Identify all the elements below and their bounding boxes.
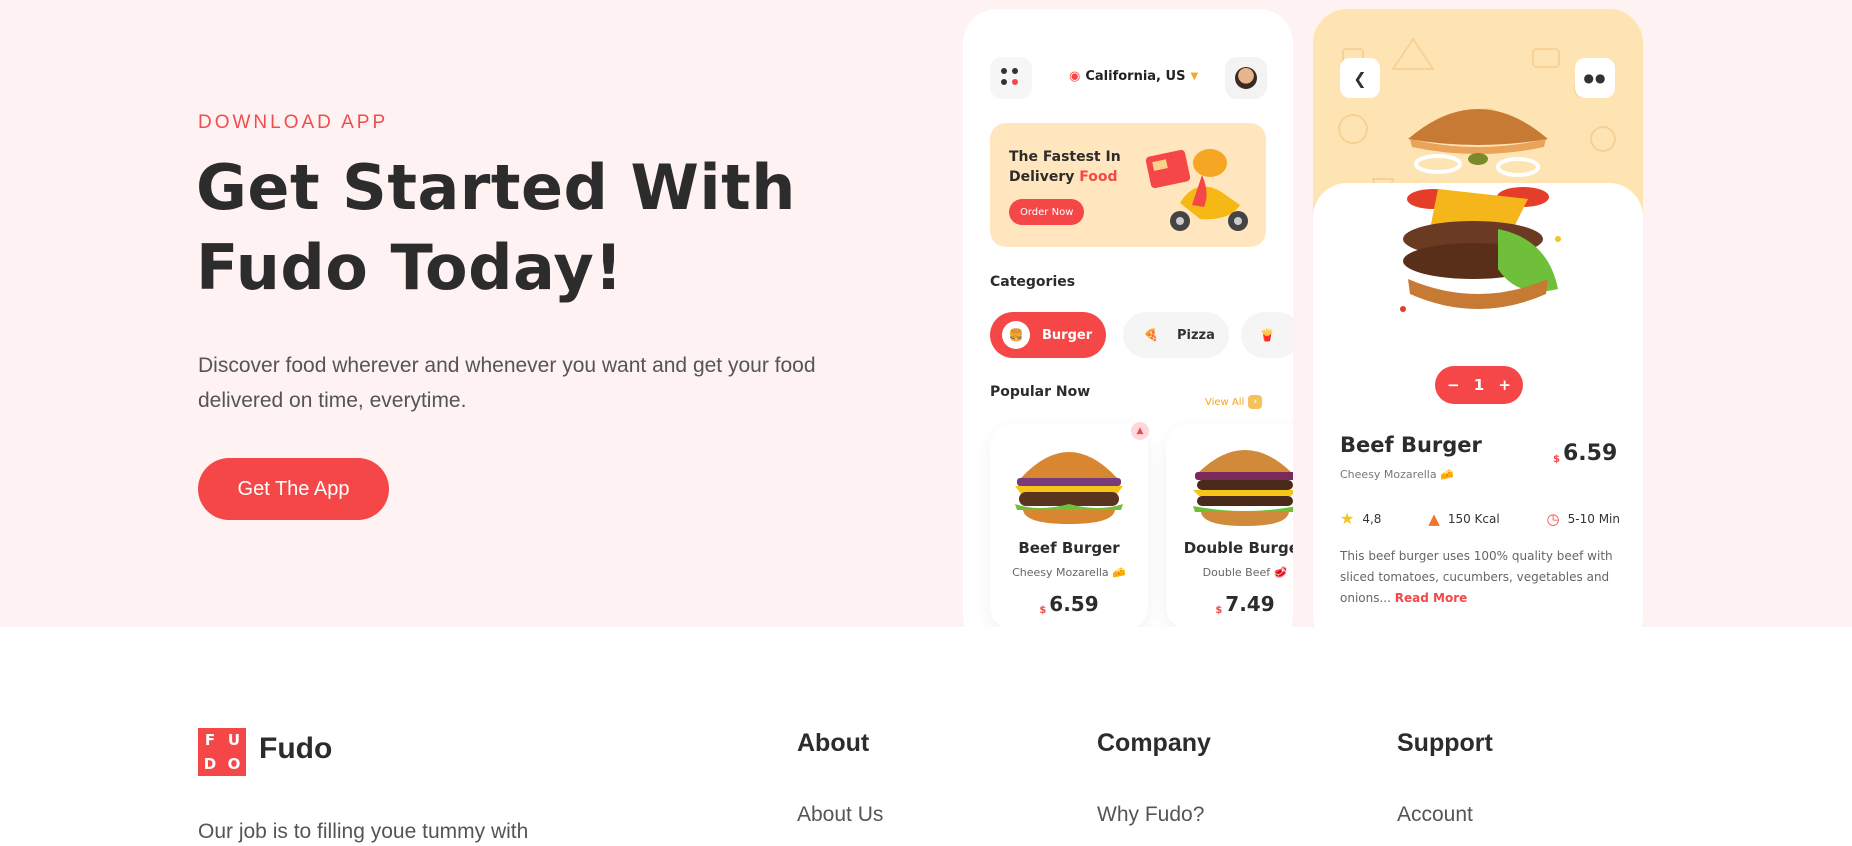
- fries-icon: 🍟: [1259, 328, 1275, 342]
- double-burger-image: [1193, 450, 1293, 526]
- chevron-down-icon: ▼: [1190, 71, 1199, 82]
- brand-logo-mark[interactable]: FU DO: [198, 728, 246, 776]
- clock-icon: ◷: [1546, 509, 1560, 528]
- promo-banner: The Fastest In Delivery Food Order Now: [990, 123, 1266, 247]
- category-more[interactable]: 🍟: [1241, 312, 1293, 358]
- food-price: $6.59: [1039, 592, 1099, 616]
- more-options-icon[interactable]: ●●: [1575, 58, 1615, 98]
- delivery-scooter-icon: [1145, 149, 1248, 231]
- popular-heading: Popular Now: [990, 384, 1091, 400]
- category-pizza[interactable]: 🍕 Pizza: [1123, 312, 1229, 358]
- footer-heading-company: Company: [1097, 729, 1211, 757]
- section-eyebrow: DOWNLOAD APP: [198, 112, 389, 133]
- calories-stat: ▲ 150 Kcal: [1428, 509, 1500, 528]
- menu-icon[interactable]: [990, 57, 1032, 99]
- footer-heading-support: Support: [1397, 729, 1493, 757]
- increase-button[interactable]: +: [1498, 376, 1511, 394]
- food-card[interactable]: Double Burger Double Beef 🥩 $7.49: [1166, 424, 1293, 627]
- view-all-link[interactable]: View All ›: [1205, 395, 1263, 409]
- category-burger[interactable]: 🍔 Burger: [990, 312, 1107, 358]
- burger-icon: 🍔: [1002, 321, 1030, 349]
- footer-heading-about: About: [797, 729, 870, 757]
- product-stats: ★ 4,8 ▲ 150 Kcal ◷ 5-10 Min: [1340, 509, 1620, 528]
- location-selector[interactable]: ◉ California, US ▼: [1069, 69, 1198, 84]
- get-the-app-button[interactable]: Get The App: [198, 458, 389, 520]
- footer-link-why-fudo[interactable]: Why Fudo?: [1097, 803, 1204, 827]
- phone-home-mockup: ◉ California, US ▼ The Fastest In Delive…: [963, 9, 1293, 627]
- exploded-burger-image: [1400, 109, 1561, 312]
- food-description: Cheesy Mozarella 🧀: [1012, 566, 1126, 579]
- download-section: DOWNLOAD APP Get Started With Fudo Today…: [0, 0, 1852, 627]
- decrease-button[interactable]: −: [1447, 376, 1460, 394]
- page-title: Get Started With Fudo Today!: [196, 151, 796, 304]
- product-name: Beef Burger: [1340, 433, 1482, 457]
- pizza-icon: 🍕: [1143, 328, 1159, 342]
- burger-image: [1015, 452, 1123, 524]
- location-pin-icon: ◉: [1069, 69, 1081, 84]
- food-description: Double Beef 🥩: [1202, 566, 1288, 579]
- quantity-stepper[interactable]: − 1 +: [1435, 366, 1523, 404]
- food-name: Beef Burger: [1018, 539, 1120, 557]
- phone-detail-mockup: ❮ ●● − 1 + Beef Burger $6.59 Cheesy Moza…: [1313, 9, 1643, 627]
- brand-name[interactable]: Fudo: [259, 732, 332, 766]
- read-more-link[interactable]: Read More: [1395, 591, 1468, 605]
- avatar[interactable]: [1225, 57, 1267, 99]
- footer-link-about-us[interactable]: About Us: [797, 803, 883, 827]
- order-now-button[interactable]: Order Now: [1009, 199, 1085, 225]
- fire-icon: ▲: [1428, 509, 1440, 528]
- star-icon: ★: [1340, 509, 1355, 528]
- footer-link-account[interactable]: Account: [1397, 803, 1473, 827]
- time-stat: ◷ 5-10 Min: [1546, 509, 1620, 528]
- fire-icon: ▲: [1131, 422, 1149, 440]
- food-name: Double Burger: [1183, 539, 1293, 557]
- product-description: This beef burger uses 100% quality beef …: [1340, 549, 1613, 605]
- rating-stat: ★ 4,8: [1340, 509, 1382, 528]
- food-price: $7.49: [1215, 592, 1275, 616]
- quantity-value: 1: [1473, 376, 1485, 394]
- food-card[interactable]: Beef Burger Cheesy Mozarella 🧀 $6.59: [990, 424, 1148, 627]
- product-subtitle: Cheesy Mozarella 🧀: [1340, 468, 1454, 481]
- categories-heading: Categories: [990, 274, 1076, 290]
- promo-title: The Fastest In Delivery Food: [1009, 149, 1121, 185]
- chevron-right-icon: ›: [1248, 395, 1263, 409]
- hero-description: Discover food wherever and whenever you …: [198, 354, 816, 412]
- product-price: $6.59: [1553, 441, 1618, 466]
- back-icon[interactable]: ❮: [1340, 58, 1380, 98]
- footer-tagline: Our job is to filling youe tummy with: [198, 820, 529, 843]
- location-label: California, US: [1085, 69, 1186, 84]
